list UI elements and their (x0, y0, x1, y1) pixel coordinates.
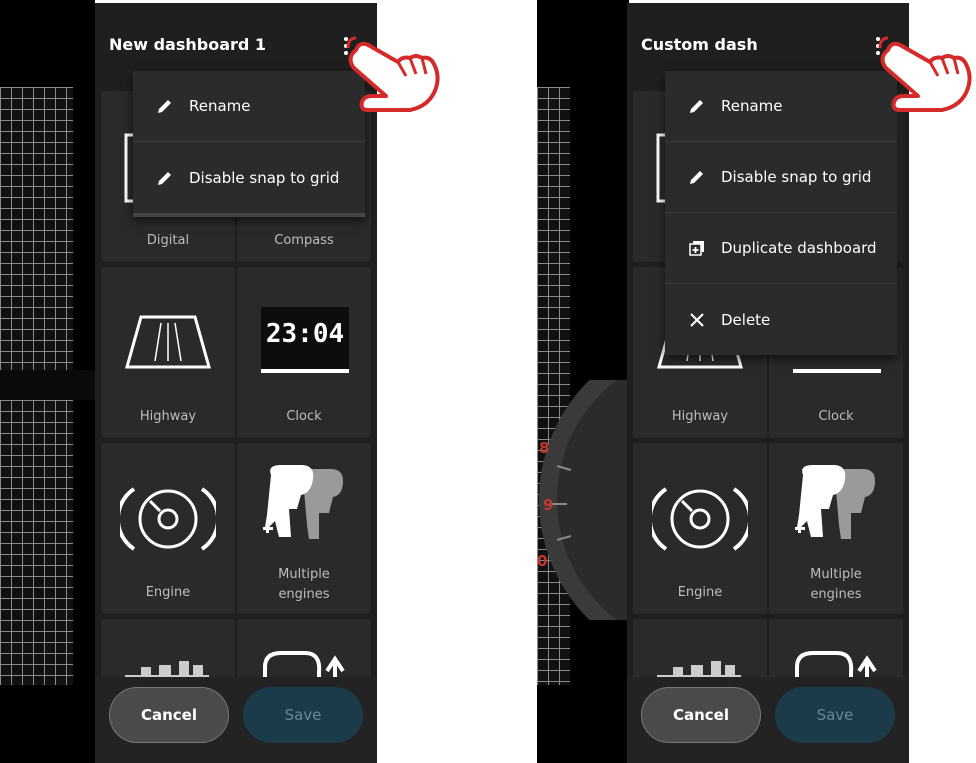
widget-tile-engine[interactable]: Engine (633, 443, 767, 614)
widget-label: Multiple engines (810, 567, 862, 602)
cancel-button[interactable]: Cancel (641, 687, 761, 743)
clock-display-icon: 23:04 (261, 307, 349, 373)
left-black-mid (0, 370, 95, 400)
widget-label: Clock (286, 409, 322, 424)
menu-item-label: Delete (721, 310, 771, 329)
engine-gauge-icon (120, 487, 216, 551)
left-black-top (0, 0, 95, 87)
cancel-button[interactable]: Cancel (109, 687, 229, 743)
outboard-motors-icon (795, 465, 875, 539)
speed-gauge-partial: 8 9 0 (537, 380, 629, 620)
left-black-bottom (0, 685, 95, 763)
engine-gauge-icon (652, 487, 748, 551)
close-icon (687, 310, 707, 330)
widget-label: Compass (274, 233, 334, 248)
grid-background-left-bottom (0, 400, 73, 685)
pencil-icon (155, 168, 175, 188)
page-title: Custom dash (641, 35, 758, 54)
bottom-action-bar: Cancel Save (627, 677, 909, 763)
widget-tile-engine[interactable]: Engine (101, 443, 235, 614)
clock-readout: 23:04 (265, 319, 345, 349)
highway-icon (125, 315, 211, 369)
widget-label: Highway (139, 409, 197, 424)
widget-label: Digital (146, 233, 190, 248)
duplicate-icon (687, 238, 707, 258)
tap-hand-icon (346, 36, 440, 112)
widget-label: Multiple engines (278, 567, 330, 602)
menu-item-label: Rename (721, 97, 783, 115)
menu-item-label: Disable snap to grid (189, 168, 340, 187)
widget-tile-highway[interactable]: Highway (101, 267, 235, 438)
widget-tile-clock[interactable]: 23:04 Clock (237, 267, 371, 438)
tap-hand-icon (878, 36, 972, 112)
options-menu: Rename Disable snap to grid (133, 71, 365, 217)
options-menu: Rename Disable snap to grid Duplicate da… (665, 71, 897, 355)
pencil-icon (155, 96, 175, 116)
pencil-icon (687, 167, 707, 187)
gauge-number-9: 9 (543, 496, 553, 514)
menu-item-label: Rename (189, 97, 251, 115)
grid-background-left-top (0, 87, 73, 370)
widget-label: Engine (145, 585, 191, 600)
widget-label: Engine (677, 585, 723, 600)
bottom-action-bar: Cancel Save (95, 677, 377, 763)
menu-item-rename[interactable]: Rename (665, 71, 897, 142)
menu-item-delete[interactable]: Delete (665, 284, 897, 355)
pencil-icon (687, 96, 707, 116)
save-button[interactable]: Save (243, 687, 363, 743)
menu-item-disable-snap[interactable]: Disable snap to grid (133, 142, 365, 213)
page-title: New dashboard 1 (109, 35, 267, 54)
menu-item-label: Duplicate dashboard (721, 239, 877, 257)
menu-item-rename[interactable]: Rename (133, 71, 365, 142)
widget-tile-multiple-engines[interactable]: Multiple engines (237, 443, 371, 614)
gauge-number-0: 0 (537, 552, 547, 570)
menu-item-duplicate[interactable]: Duplicate dashboard (665, 213, 897, 284)
widget-label: Highway (671, 409, 729, 424)
menu-item-disable-snap[interactable]: Disable snap to grid (665, 142, 897, 213)
widget-tile-multiple-engines[interactable]: Multiple engines (769, 443, 903, 614)
save-button[interactable]: Save (775, 687, 895, 743)
widget-label: Clock (818, 409, 854, 424)
right-panel: Custom dash Highway Clock Engine Multipl… (627, 3, 909, 763)
left-panel: New dashboard 1 Digital Compass Highway … (95, 3, 377, 763)
menu-item-label: Disable snap to grid (721, 168, 872, 186)
outboard-motors-icon (263, 465, 343, 539)
gauge-number-8: 8 (539, 439, 549, 457)
